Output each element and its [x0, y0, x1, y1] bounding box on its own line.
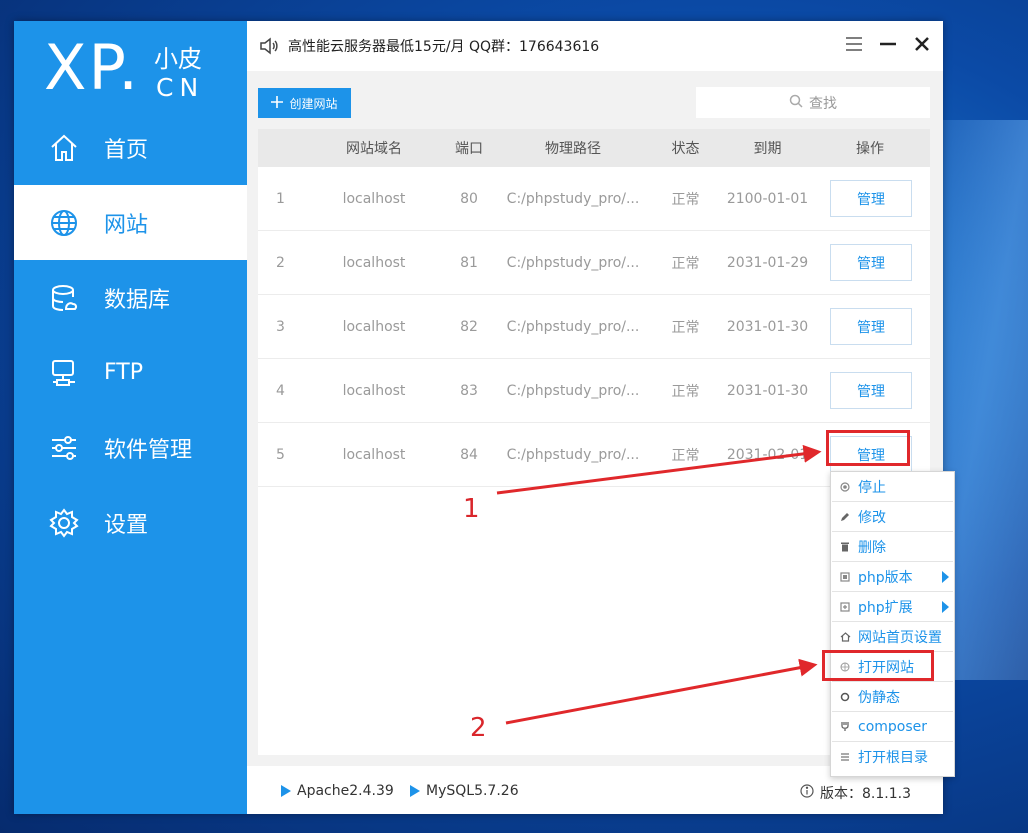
step-1-label: 1	[463, 494, 480, 524]
step-2-label: 2	[470, 713, 487, 743]
arrow-to-open-website	[505, 658, 818, 725]
annotation-arrows	[496, 444, 822, 725]
arrow-to-manage	[496, 444, 822, 495]
